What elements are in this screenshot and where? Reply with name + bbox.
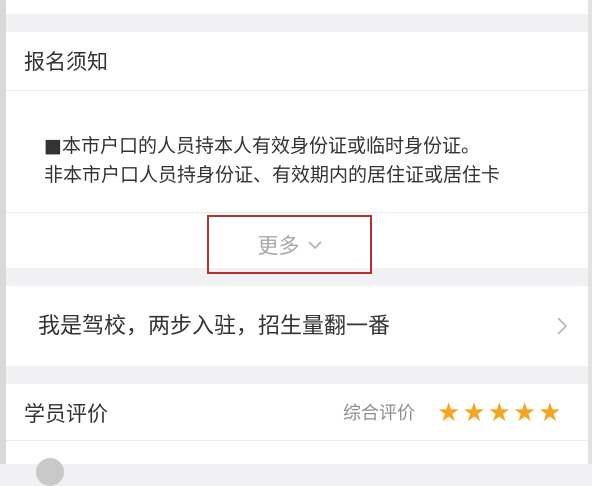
star-icon: ★	[538, 398, 562, 428]
notice-line-1: ■本市户口的人员持本人有效身份证或临时身份证。	[44, 135, 480, 157]
notice-body-divider	[6, 212, 588, 213]
right-edge-strip	[588, 0, 592, 464]
star-icon: ★	[512, 398, 537, 428]
reviews-divider	[6, 440, 588, 441]
chevron-right-icon	[557, 317, 568, 335]
avatar	[36, 458, 64, 486]
reviews-title: 学员评价	[24, 402, 108, 426]
star-rating: ★ ★ ★ ★ ★	[437, 398, 562, 428]
notice-body: ■本市户口的人员持本人有效身份证或临时身份证。 非本市户口人员持身份证、有效期内…	[44, 132, 500, 190]
student-reviews-card: 学员评价 综合评价 ★ ★ ★ ★ ★	[6, 384, 588, 486]
star-icon: ★	[462, 398, 486, 428]
registration-notice-card: 报名须知 ■本市户口的人员持本人有效身份证或临时身份证。 非本市户口人员持身份证…	[6, 32, 588, 274]
join-promo-text: 我是驾校，两步入驻，招生量翻一番	[38, 314, 391, 339]
star-icon: ★	[487, 398, 511, 428]
more-button[interactable]: 更多	[207, 215, 372, 274]
more-label: 更多	[257, 233, 300, 258]
driving-school-join-banner[interactable]: 我是驾校，两步入驻，招生量翻一番	[6, 286, 588, 366]
notice-title-divider	[6, 90, 588, 91]
chevron-down-icon	[307, 240, 322, 249]
notice-line-2: 非本市户口人员持身份证、有效期内的居住证或居住卡	[44, 164, 501, 186]
notice-title: 报名须知	[24, 50, 108, 74]
overall-rating-label: 综合评价	[343, 403, 415, 424]
star-icon: ★	[437, 398, 461, 428]
previous-card-bottom	[6, 0, 588, 14]
